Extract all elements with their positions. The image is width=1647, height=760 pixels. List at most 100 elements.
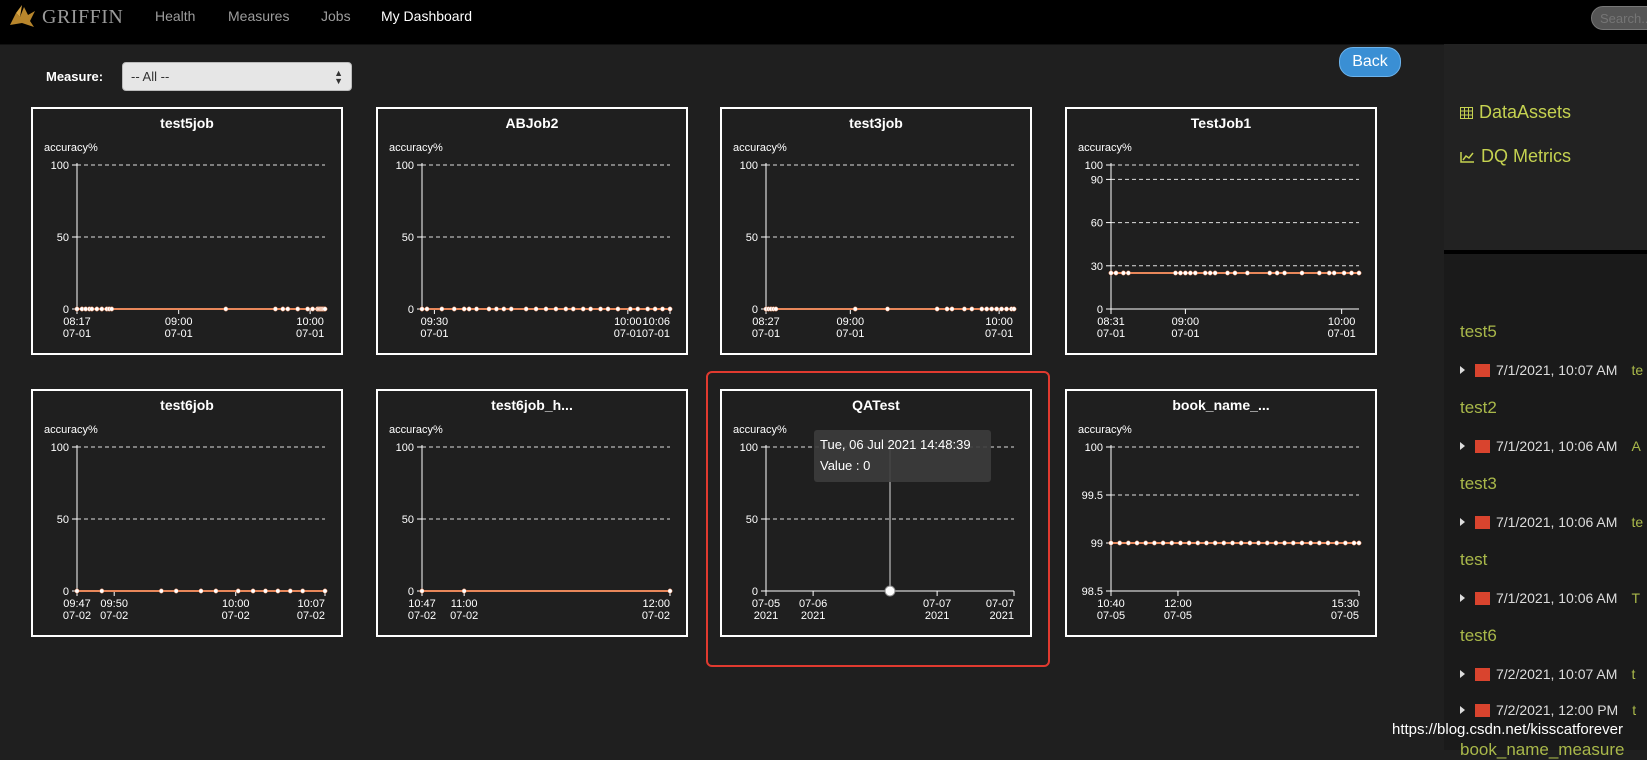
data-point: [1182, 270, 1188, 276]
sidebar-row-extra: te: [1631, 514, 1644, 530]
data-point: [580, 306, 586, 312]
sidebar-row[interactable]: 7/2/2021, 10:07 AM t: [1460, 666, 1635, 682]
data-point: [1113, 270, 1119, 276]
y-tick-label: 0: [752, 304, 758, 316]
sidebar-row-date: 7/2/2021, 12:00 PM: [1496, 702, 1619, 718]
data-point: [1299, 540, 1305, 546]
data-point: [1187, 270, 1193, 276]
sidebar-row[interactable]: 7/1/2021, 10:06 AM A: [1460, 438, 1641, 454]
nav-measures[interactable]: Measures: [228, 8, 289, 24]
sidebar-link-dq-metrics[interactable]: DQ Metrics: [1460, 146, 1571, 167]
data-point: [969, 306, 975, 312]
chart-ylabel: accuracy%: [44, 142, 98, 154]
nav-my-dashboard[interactable]: My Dashboard: [381, 8, 472, 24]
sidebar-link-dataassets[interactable]: DataAssets: [1460, 102, 1571, 123]
x-tick-label: 2021: [801, 610, 825, 622]
back-button[interactable]: Back: [1339, 47, 1401, 77]
chart-card-test6job-h[interactable]: 0 50 100 10:47 07-02 11:00 07-02 12:00 07-02 tes…: [376, 389, 688, 637]
sidebar-nav: DataAssets DQ Metrics: [1444, 44, 1647, 254]
data-point: [173, 588, 179, 594]
x-tick-label: 10:06: [642, 316, 670, 328]
sidebar-row[interactable]: 7/1/2021, 10:06 AM T: [1460, 590, 1640, 606]
data-point: [419, 306, 425, 312]
data-point: [1117, 540, 1123, 546]
data-point: [1244, 270, 1250, 276]
sidebar-measure-test6[interactable]: test6: [1460, 626, 1497, 646]
chart-card-book-name[interactable]: 98.5 99 99.5 100 10:40 07-05 12:00 07-05 15:30 07…: [1065, 389, 1377, 637]
y-tick-label: 50: [57, 514, 69, 526]
sidebar-link-label: DataAssets: [1479, 102, 1572, 122]
data-point: [305, 306, 311, 312]
line-chart-icon: [1460, 151, 1474, 163]
sidebar-row-extra: te: [1631, 362, 1644, 378]
y-tick-label: 50: [57, 232, 69, 244]
data-point: [563, 306, 569, 312]
data-point: [223, 306, 229, 312]
sidebar-measure-test3[interactable]: test3: [1460, 474, 1497, 494]
measure-select[interactable]: -- All -- ▲ ▼: [122, 62, 352, 91]
data-point: [1325, 540, 1331, 546]
x-tick-label: 07-01: [1328, 328, 1356, 340]
data-point: [1151, 540, 1157, 546]
data-point: [553, 306, 559, 312]
x-tick-label: 07-07: [923, 598, 951, 610]
y-tick-label: 98.5: [1082, 586, 1103, 598]
y-tick-label: 100: [1085, 442, 1103, 454]
sidebar-measure-test5[interactable]: test5: [1460, 322, 1497, 342]
sidebar-row[interactable]: 7/2/2021, 12:00 PM t: [1460, 702, 1636, 718]
data-point: [213, 588, 219, 594]
chart-card-qatest[interactable]: 0 50 100 07-05 2021 07-06 2021 07-07 2021 07-07 20…: [720, 389, 1032, 637]
sidebar-row-extra: T: [1631, 590, 1640, 606]
sidebar-measure-test2[interactable]: test2: [1460, 398, 1497, 418]
data-point: [1356, 540, 1362, 546]
data-point: [1192, 270, 1198, 276]
data-point: [74, 588, 80, 594]
chart-card-testjob1[interactable]: 0 30 60 90 100 08:31 07-01 09:00 07-01 10:00 07-01…: [1065, 107, 1377, 355]
search-input[interactable]: [1591, 6, 1647, 30]
data-point: [1125, 270, 1131, 276]
x-tick-label: 07-01: [165, 328, 193, 340]
chart-card-test5job[interactable]: 0 50 100 08:17 07-01 09:00 07-01 10:00 07-01 tes…: [31, 107, 343, 355]
chart-card-test3job[interactable]: 0 50 100 08:27 07-01 09:00 07-01 10:00 07-01 tes…: [720, 107, 1032, 355]
y-tick-label: 99: [1091, 538, 1103, 550]
data-point: [1247, 540, 1253, 546]
data-point: [1326, 270, 1332, 276]
nav-jobs[interactable]: Jobs: [321, 8, 351, 24]
x-tick-label: 10:07: [297, 598, 325, 610]
data-point: [263, 588, 268, 594]
griffin-logo[interactable]: GRIFFIN: [8, 2, 123, 32]
x-tick-label: 10:00: [222, 598, 250, 610]
data-point: [605, 306, 611, 312]
sidebar-row[interactable]: 7/1/2021, 10:07 AM te: [1460, 362, 1643, 378]
x-tick-label: 07-02: [100, 610, 128, 622]
data-point: [1299, 270, 1305, 276]
data-point: [1316, 270, 1322, 276]
y-tick-label: 100: [1085, 160, 1103, 172]
y-tick-label: 100: [51, 160, 69, 172]
sidebar-measure-test[interactable]: test: [1460, 550, 1487, 570]
x-tick-label: 12:00: [1164, 598, 1192, 610]
sidebar-row[interactable]: 7/1/2021, 10:06 AM te: [1460, 514, 1643, 530]
data-point: [322, 306, 328, 312]
tooltip-value: Value : 0: [820, 458, 871, 473]
data-point: [1108, 540, 1114, 546]
nav-health[interactable]: Health: [155, 8, 195, 24]
data-point: [89, 306, 95, 312]
x-tick-label: 08:31: [1097, 316, 1125, 328]
expand-icon: [1460, 594, 1465, 602]
chart-ylabel: accuracy%: [733, 142, 787, 154]
sidebar-measure-book-name[interactable]: book_name_measure: [1460, 740, 1624, 760]
griffin-icon: [10, 5, 35, 27]
x-tick-label: 07-01: [985, 328, 1013, 340]
data-point: [570, 306, 576, 312]
chart-title: book_name_...: [1172, 397, 1270, 413]
data-point: [466, 306, 472, 312]
x-tick-label: 07-01: [296, 328, 324, 340]
chart-card-abjob2[interactable]: 0 50 100 09:30 07-01 10:00 07-01 10:06 07-01 ABJ…: [376, 107, 688, 355]
x-tick-label: 10:47: [408, 598, 436, 610]
chart-title: test6job_h...: [491, 397, 573, 413]
y-tick-label: 100: [740, 442, 758, 454]
chart-card-test6job[interactable]: 0 50 100 09:47 07-02 09:50 07-02 10:00 07-02 10:0…: [31, 389, 343, 637]
chart-ylabel: accuracy%: [389, 424, 443, 436]
chart-title: TestJob1: [1190, 115, 1252, 131]
